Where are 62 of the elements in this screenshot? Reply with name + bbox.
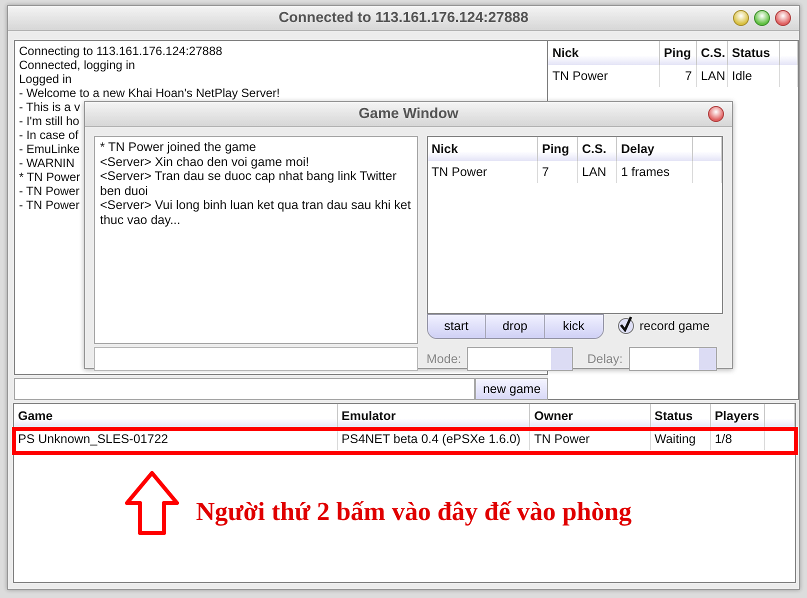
column-header[interactable]: C.S. (696, 41, 728, 65)
log-line: - TN Power (19, 184, 80, 198)
log-line: * TN Power (19, 170, 80, 184)
table-cell: 7 (538, 161, 578, 183)
table-cell: LAN (696, 65, 728, 87)
field-label: Delay: (587, 352, 623, 366)
log-line: - TN Power (19, 198, 80, 212)
log-line: - EmuLinke (19, 142, 80, 156)
column-header[interactable]: Game (14, 404, 338, 428)
column-header[interactable]: Owner (530, 404, 650, 428)
chat-message: <Server> Xin chao den voi game moi! (100, 154, 310, 169)
field-label: Mode: (426, 352, 462, 366)
column-header[interactable]: Ping (659, 41, 696, 65)
chat-message: * TN Power joined the game (100, 140, 258, 154)
chat-message: <Server> Tran dau se duoc cap nhat bang link Twitter ben duoi (100, 169, 398, 198)
column-header[interactable]: Nick (428, 137, 538, 161)
chat-input-field[interactable] (14, 378, 476, 400)
game-button[interactable]: start (428, 314, 486, 338)
column-header[interactable]: Emulator (337, 404, 530, 428)
column-header[interactable]: Status (650, 404, 710, 428)
chat-message: <Server> Vui long binh luan ket qua tran dau sau khi ket thuc vao day... (100, 198, 412, 227)
annotation-text: Người thứ 2 bấm vào đây đế vào phòng (196, 497, 632, 527)
minimize-button[interactable] (733, 10, 749, 26)
table-cell: TN Power (428, 161, 538, 183)
log-line: Logged in (19, 72, 72, 86)
maximize-button[interactable] (754, 10, 770, 26)
column-header[interactable]: Status (727, 41, 780, 65)
table-cell: LAN (578, 161, 616, 183)
checkbox[interactable] (618, 318, 634, 334)
checkbox-label: record game (640, 319, 710, 333)
log-line: Connected, logging in (19, 58, 136, 72)
window-title: Connected to 113.161.176.124:27888 (278, 10, 528, 26)
table-cell: TN Power (530, 428, 650, 450)
table-cell: Waiting (650, 428, 710, 450)
mode-dropdown[interactable] (467, 347, 574, 371)
log-line: - I'm still ho (19, 114, 80, 128)
log-line: Connecting to 113.161.176.124:27888 (19, 44, 222, 58)
column-header[interactable]: Nick (548, 41, 660, 65)
table-cell: 1/8 (710, 428, 764, 450)
column-header[interactable]: Ping (538, 137, 578, 161)
column-header[interactable]: C.S. (578, 137, 616, 161)
column-header[interactable]: Players (710, 404, 764, 428)
new-game-button[interactable]: new game (475, 378, 548, 400)
close-button[interactable] (775, 10, 791, 26)
table-cell: 1 frames (616, 161, 692, 183)
log-line: - WARNIN (19, 156, 75, 170)
log-line: - This is a v (19, 100, 80, 114)
table-cell: Idle (727, 65, 780, 87)
table-cell: PS4NET beta 0.4 (ePSXe 1.6.0) (337, 428, 530, 450)
close-button[interactable] (708, 106, 724, 122)
dialog-title: Game Window (358, 106, 458, 122)
chat-input-field[interactable] (94, 347, 418, 371)
up-arrow-icon (124, 470, 180, 536)
log-line: - Welcome to a new Khai Hoan's NetPlay Server! (19, 86, 280, 100)
game-button[interactable]: drop (486, 314, 545, 338)
column-header[interactable]: Delay (616, 137, 692, 161)
table-cell: PS Unknown_SLES-01722 (14, 428, 338, 450)
table-cell: TN Power (548, 65, 660, 87)
table-cell: 7 (659, 65, 696, 87)
log-line: - In case of (19, 128, 78, 142)
game-button[interactable]: kick (544, 314, 602, 338)
delay-dropdown[interactable] (628, 347, 717, 371)
